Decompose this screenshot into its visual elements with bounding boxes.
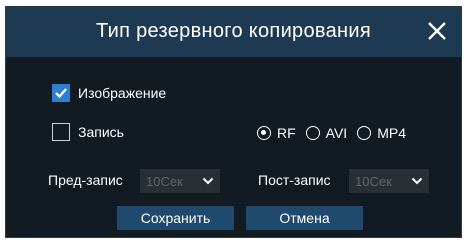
chevron-down-icon bbox=[411, 177, 423, 185]
radio-rf[interactable]: RF bbox=[257, 125, 296, 141]
image-label: Изображение bbox=[78, 85, 167, 101]
backup-type-dialog: Тип резервного копирования Изображение З… bbox=[5, 6, 462, 238]
chevron-down-icon bbox=[202, 177, 214, 185]
cancel-button[interactable]: Отмена bbox=[246, 206, 363, 230]
format-radio-group: RF AVI MP4 bbox=[257, 125, 416, 141]
radio-rf-button[interactable] bbox=[257, 126, 271, 140]
radio-mp4-button[interactable] bbox=[357, 126, 372, 140]
dialog-title: Тип резервного копирования bbox=[96, 20, 371, 42]
dialog-title-bar: Тип резервного копирования bbox=[6, 7, 461, 57]
record-checkbox[interactable] bbox=[52, 123, 70, 141]
image-option[interactable]: Изображение bbox=[52, 84, 166, 102]
radio-mp4-label: MP4 bbox=[377, 125, 406, 141]
radio-avi-button[interactable] bbox=[305, 126, 320, 140]
post-record-value: 10Сек bbox=[355, 173, 392, 189]
close-icon[interactable] bbox=[423, 17, 451, 45]
radio-avi[interactable]: AVI bbox=[305, 125, 348, 141]
record-label: Запись bbox=[78, 124, 124, 140]
post-record-select[interactable]: 10Сек bbox=[349, 169, 429, 193]
checkmark-icon bbox=[55, 88, 67, 99]
radio-mp4[interactable]: MP4 bbox=[357, 125, 406, 141]
record-option[interactable]: Запись bbox=[52, 123, 124, 141]
pre-record-select[interactable]: 10Сек bbox=[140, 169, 220, 193]
image-checkbox[interactable] bbox=[52, 84, 70, 102]
radio-rf-label: RF bbox=[277, 125, 296, 141]
pre-record-label: Пред-запис bbox=[48, 172, 123, 188]
save-button[interactable]: Сохранить bbox=[117, 206, 234, 230]
pre-record-value: 10Сек bbox=[146, 173, 183, 189]
radio-avi-label: AVI bbox=[325, 125, 348, 141]
post-record-label: Пост-запис bbox=[258, 172, 331, 188]
